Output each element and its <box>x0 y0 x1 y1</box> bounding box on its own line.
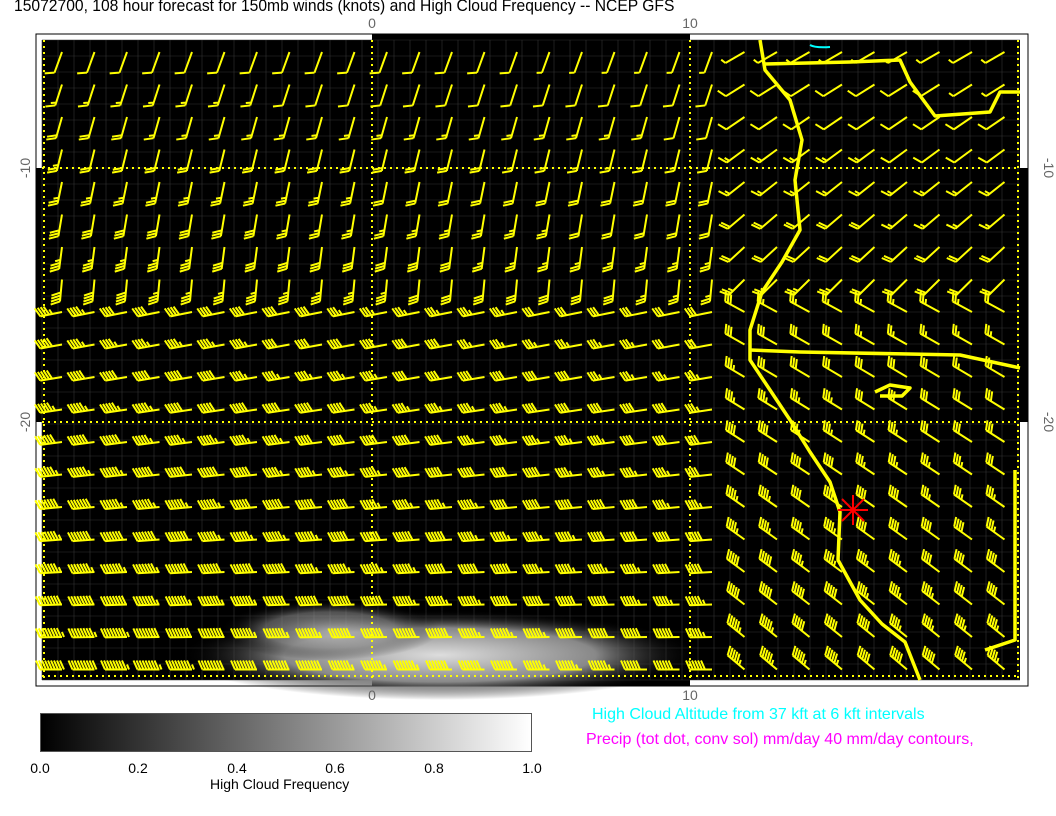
y-tick-right: -10 <box>1041 158 1056 178</box>
wind-barb <box>101 596 127 606</box>
wind-barb <box>198 628 224 637</box>
colorbar-tick: 0.8 <box>424 760 443 776</box>
wind-barb <box>68 596 94 606</box>
x-tick-top: 0 <box>368 15 376 31</box>
x-tick-bottom: 0 <box>368 687 376 700</box>
wind-map: 0 10 0 10 -10 -20 -10 -20 <box>0 0 1056 700</box>
wind-barb <box>133 628 159 637</box>
location-marker-icon <box>838 495 868 525</box>
colorbar-tick: 0.4 <box>227 760 246 776</box>
colorbar-tick: 0.2 <box>128 760 147 776</box>
precip-legend: Precip (tot dot, conv sol) mm/day 40 mm/… <box>586 731 974 749</box>
y-tick-left: -20 <box>17 412 33 432</box>
frame-bar-top <box>372 34 690 40</box>
x-tick-bottom: 10 <box>682 687 698 700</box>
frame-bar-left <box>36 168 42 422</box>
colorbar-tick: 0.6 <box>325 760 344 776</box>
colorbar <box>40 713 532 752</box>
wind-barb <box>36 596 62 606</box>
frame-bar-right <box>1020 168 1028 422</box>
cloud-altitude-legend: High Cloud Altitude from 37 kft at 6 kft… <box>592 706 925 724</box>
colorbar-tick: 0.0 <box>30 760 49 776</box>
y-tick-right: -20 <box>1041 412 1056 432</box>
y-tick-left: -10 <box>17 158 33 178</box>
colorbar-tick: 1.0 <box>522 760 541 776</box>
fine-grid <box>42 40 1020 680</box>
x-tick-top: 10 <box>682 15 698 31</box>
colorbar-label: High Cloud Frequency <box>210 776 349 792</box>
wind-barb <box>166 628 192 637</box>
